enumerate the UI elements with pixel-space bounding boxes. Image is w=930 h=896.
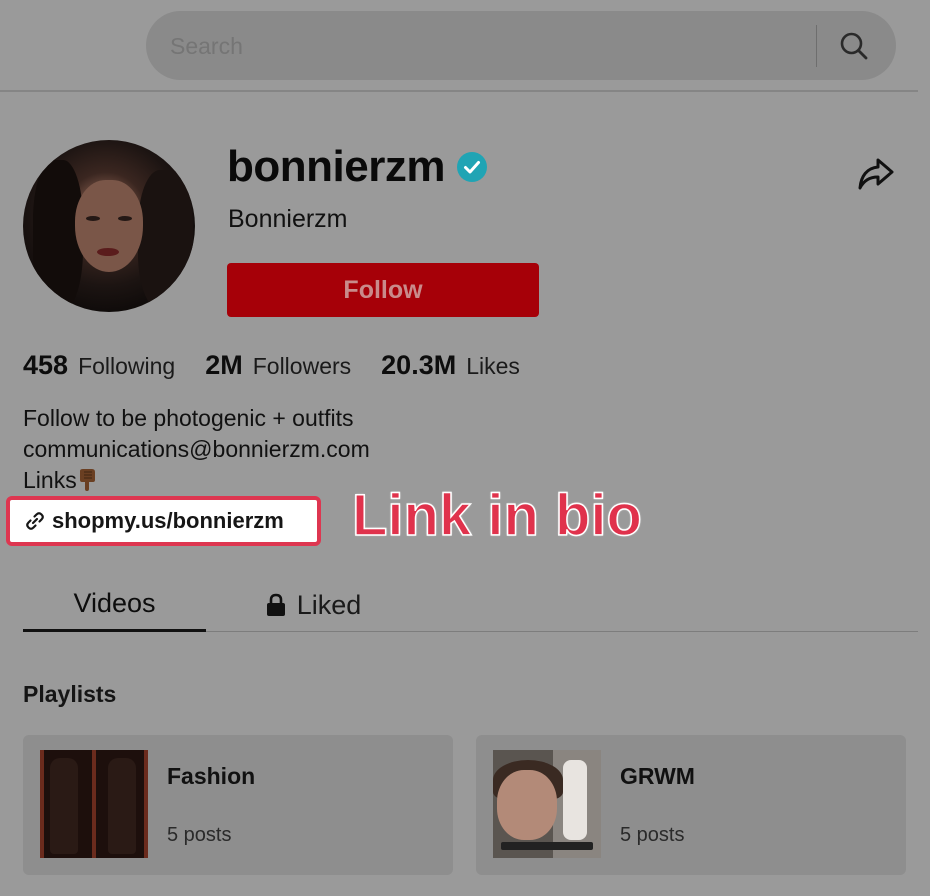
stat-following-count: 458	[23, 350, 69, 380]
bio-links-line: Links	[23, 465, 370, 496]
stat-following[interactable]: 458 Following	[23, 350, 175, 381]
playlist-card-fashion[interactable]: Fashion 5 posts	[23, 735, 453, 875]
profile-tabs: Videos Liked	[23, 578, 918, 632]
stat-followers[interactable]: 2M Followers	[205, 350, 351, 381]
username-row: bonnierzm	[227, 142, 487, 192]
profile-stats: 458 Following 2M Followers 20.3M Likes	[23, 350, 520, 381]
share-arrow-icon	[858, 158, 894, 190]
stat-followers-count: 2M	[205, 350, 243, 380]
search-input[interactable]	[170, 33, 770, 60]
bio: Follow to be photogenic + outfits commun…	[23, 403, 370, 496]
display-name: Bonnierzm	[228, 205, 348, 233]
search-icon	[840, 32, 868, 60]
share-button[interactable]	[857, 156, 895, 192]
playlist-post-count: 5 posts	[167, 824, 232, 846]
playlist-thumbnail	[493, 750, 601, 858]
bio-email: communications@bonnierzm.com	[23, 436, 370, 462]
playlist-thumbnail	[40, 750, 148, 858]
playlists-title: Playlists	[23, 681, 117, 707]
verified-badge-icon	[456, 152, 487, 182]
annotation-label: Link in bio	[351, 482, 642, 549]
playlist-post-count: 5 posts	[620, 824, 685, 846]
search-bar	[146, 11, 896, 80]
tab-liked[interactable]: Liked	[243, 578, 383, 632]
lock-icon	[266, 593, 285, 616]
bio-line: Follow to be photogenic + outfits	[23, 405, 354, 431]
playlist-name: Fashion	[167, 763, 256, 789]
tab-videos[interactable]: Videos	[23, 578, 206, 632]
playlist-name: GRWM	[620, 763, 695, 789]
bio-link-text: shopmy.us/bonnierzm	[52, 508, 284, 533]
link-icon	[26, 512, 44, 530]
follow-button[interactable]: Follow	[227, 263, 539, 317]
search-button[interactable]	[832, 25, 876, 67]
stat-likes-label: Likes	[466, 353, 520, 379]
bio-link[interactable]: shopmy.us/bonnierzm	[6, 496, 321, 546]
search-divider	[816, 25, 817, 67]
stat-following-label: Following	[78, 353, 176, 379]
pointing-down-emoji-icon	[79, 469, 95, 491]
avatar[interactable]	[23, 140, 195, 312]
bio-links-label: Links	[23, 467, 77, 493]
tab-liked-label: Liked	[296, 589, 362, 620]
stat-likes-count: 20.3M	[381, 350, 457, 380]
stat-followers-label: Followers	[252, 353, 352, 379]
stat-likes: 20.3M Likes	[381, 350, 520, 381]
username: bonnierzm	[227, 142, 445, 191]
header-divider	[0, 90, 918, 92]
playlist-card-grwm[interactable]: GRWM 5 posts	[476, 735, 906, 875]
